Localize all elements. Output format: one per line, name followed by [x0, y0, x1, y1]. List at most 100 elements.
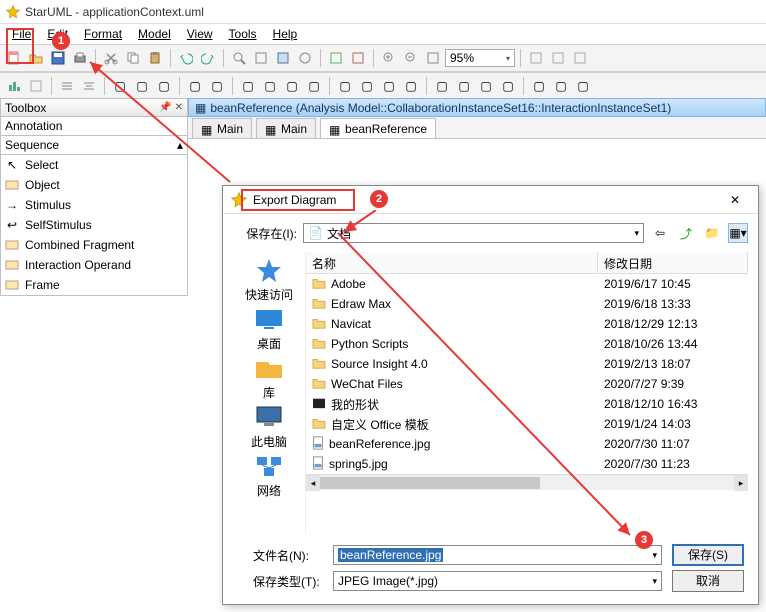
view-mode-icon[interactable]: ▦▾ [728, 223, 748, 243]
place-libraries[interactable]: 库 [235, 354, 303, 401]
tool-select[interactable]: ↖Select [1, 155, 187, 175]
tool-icon-5[interactable] [348, 48, 368, 68]
print-icon[interactable] [70, 48, 90, 68]
zoom-fit-icon[interactable] [423, 48, 443, 68]
redo-icon[interactable] [198, 48, 218, 68]
save-icon[interactable] [48, 48, 68, 68]
misc-icon-c[interactable] [570, 48, 590, 68]
tool-icon-3[interactable] [295, 48, 315, 68]
file-row[interactable]: 我的形状2018/12/10 16:43 [306, 394, 748, 414]
zoom-in-icon[interactable] [379, 48, 399, 68]
file-row[interactable]: beanReference.jpg2020/7/30 11:07 [306, 434, 748, 454]
fmt-icon-13[interactable]: ▢ [304, 76, 324, 96]
cut-icon[interactable] [101, 48, 121, 68]
tool-selfstimulus[interactable]: ↩SelfStimulus [1, 215, 187, 235]
toolbox-pin-icon[interactable]: 📌 ✕ [159, 102, 183, 113]
place-this-pc[interactable]: 此电脑 [235, 403, 303, 450]
file-row[interactable]: Edraw Max2019/6/18 13:33 [306, 294, 748, 314]
fmt-icon-20[interactable]: ▢ [476, 76, 496, 96]
fmt-icon-19[interactable]: ▢ [454, 76, 474, 96]
tool-icon-2[interactable] [273, 48, 293, 68]
scroll-left-icon[interactable]: ◂ [306, 475, 320, 491]
fmt-icon-7[interactable]: ▢ [154, 76, 174, 96]
misc-icon-b[interactable] [548, 48, 568, 68]
fmt-icon-17[interactable]: ▢ [401, 76, 421, 96]
fmt-icon-21[interactable]: ▢ [498, 76, 518, 96]
fmt-icon-16[interactable]: ▢ [379, 76, 399, 96]
fmt-icon-12[interactable]: ▢ [282, 76, 302, 96]
undo-icon[interactable] [176, 48, 196, 68]
fmt-icon-3[interactable] [57, 76, 77, 96]
horizontal-scrollbar[interactable]: ◂ ▸ [306, 474, 748, 490]
fmt-icon-10[interactable]: ▢ [238, 76, 258, 96]
fmt-icon-14[interactable]: ▢ [335, 76, 355, 96]
tool-icon[interactable] [251, 48, 271, 68]
fmt-icon-2[interactable] [26, 76, 46, 96]
tool-frame[interactable]: Frame [1, 275, 187, 295]
tool-interaction-operand[interactable]: Interaction Operand [1, 255, 187, 275]
close-icon[interactable]: ✕ [720, 193, 750, 207]
tool-stimulus[interactable]: →Stimulus [1, 195, 187, 215]
folder-icon [312, 377, 326, 392]
save-in-combo[interactable]: 📄文档 ▾ [303, 223, 644, 243]
open-icon[interactable] [26, 48, 46, 68]
tool-icon-4[interactable] [326, 48, 346, 68]
cancel-button[interactable]: 取消 [672, 570, 744, 592]
file-row[interactable]: Navicat2018/12/29 12:13 [306, 314, 748, 334]
file-row[interactable]: Python Scripts2018/10/26 13:44 [306, 334, 748, 354]
fmt-icon-1[interactable] [4, 76, 24, 96]
tab-main-1[interactable]: ▦Main [192, 118, 252, 138]
chevron-up-icon[interactable]: ▴ [177, 138, 183, 152]
file-date: 2019/6/17 10:45 [598, 277, 748, 291]
fmt-icon-5[interactable]: ▢ [110, 76, 130, 96]
annotation-header[interactable]: Annotation [0, 117, 188, 136]
menu-view[interactable]: View [179, 25, 221, 43]
tool-object[interactable]: Object [1, 175, 187, 195]
dialog-title: Export Diagram [253, 193, 720, 207]
fmt-icon-22[interactable]: ▢ [529, 76, 549, 96]
fmt-icon-8[interactable]: ▢ [185, 76, 205, 96]
place-desktop[interactable]: 桌面 [235, 305, 303, 352]
place-network[interactable]: 网络 [235, 452, 303, 499]
fmt-icon-24[interactable]: ▢ [573, 76, 593, 96]
menu-tools[interactable]: Tools [221, 25, 265, 43]
zoom-out-icon[interactable] [401, 48, 421, 68]
col-name[interactable]: 名称 [306, 252, 598, 273]
tab-main-2[interactable]: ▦Main [256, 118, 316, 138]
tool-combined-fragment[interactable]: Combined Fragment [1, 235, 187, 255]
sequence-header[interactable]: Sequence ▴ [0, 136, 188, 155]
copy-icon[interactable] [123, 48, 143, 68]
fmt-icon-9[interactable]: ▢ [207, 76, 227, 96]
scroll-thumb[interactable] [320, 477, 540, 489]
fmt-icon-11[interactable]: ▢ [260, 76, 280, 96]
save-button[interactable]: 保存(S) [672, 544, 744, 566]
zoom-combo[interactable]: 95% [445, 49, 515, 67]
menu-format[interactable]: Format [76, 25, 130, 43]
place-quick-access[interactable]: 快速访问 [235, 256, 303, 303]
file-row[interactable]: Source Insight 4.02019/2/13 18:07 [306, 354, 748, 374]
misc-icon-a[interactable] [526, 48, 546, 68]
fmt-icon-23[interactable]: ▢ [551, 76, 571, 96]
menu-model[interactable]: Model [130, 25, 179, 43]
fmt-icon-15[interactable]: ▢ [357, 76, 377, 96]
fmt-icon-4[interactable] [79, 76, 99, 96]
col-date[interactable]: 修改日期 [598, 252, 748, 273]
new-folder-icon[interactable]: 📁 [702, 223, 722, 243]
file-row[interactable]: spring5.jpg2020/7/30 11:23 [306, 454, 748, 474]
file-row[interactable]: 自定义 Office 模板2019/1/24 14:03 [306, 414, 748, 434]
find-icon[interactable] [229, 48, 249, 68]
file-row[interactable]: Adobe2019/6/17 10:45 [306, 274, 748, 294]
back-icon[interactable]: ⇦ [650, 223, 670, 243]
fmt-icon-6[interactable]: ▢ [132, 76, 152, 96]
fmt-icon-18[interactable]: ▢ [432, 76, 452, 96]
paste-icon[interactable] [145, 48, 165, 68]
up-icon[interactable]: ⤴ [676, 223, 696, 243]
tab-beanreference[interactable]: ▦beanReference [320, 118, 436, 138]
filename-input[interactable]: beanReference.jpg▾ [333, 545, 662, 565]
file-row[interactable]: WeChat Files2020/7/27 9:39 [306, 374, 748, 394]
new-icon[interactable] [4, 48, 24, 68]
scroll-right-icon[interactable]: ▸ [734, 475, 748, 491]
menu-help[interactable]: Help [265, 25, 306, 43]
menu-file[interactable]: File [4, 25, 39, 43]
filetype-combo[interactable]: JPEG Image(*.jpg)▾ [333, 571, 662, 591]
